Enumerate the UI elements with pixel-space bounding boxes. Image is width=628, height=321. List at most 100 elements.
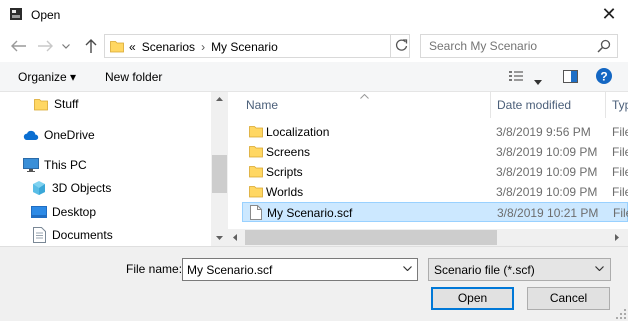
chevron-down-icon: [62, 43, 70, 49]
file-type-value: Scenario file (*.scf): [434, 263, 535, 277]
nav-item-3d-objects[interactable]: 3D Objects: [31, 178, 111, 198]
file-type: File: [612, 125, 628, 139]
details-view-icon: [509, 71, 523, 81]
preview-pane-button[interactable]: [563, 70, 578, 86]
nav-item-desktop[interactable]: Desktop: [31, 202, 96, 222]
open-button[interactable]: Open: [431, 287, 514, 310]
folder-icon: [33, 96, 49, 112]
document-icon: [31, 227, 47, 243]
nav-item-label: OneDrive: [44, 128, 95, 142]
nav-item-label: Documents: [52, 228, 113, 242]
breadcrumb-scenarios[interactable]: Scenarios: [142, 40, 195, 54]
nav-item-this-pc[interactable]: This PC: [23, 155, 87, 175]
file-row[interactable]: Scripts 3/8/2019 10:09 PM File: [242, 162, 628, 182]
forward-button[interactable]: [36, 38, 54, 54]
view-menu-button[interactable]: [534, 74, 542, 88]
column-header-name[interactable]: Name: [246, 92, 278, 118]
up-button[interactable]: [82, 38, 100, 54]
file-name: Scripts: [266, 165, 303, 179]
chevron-down-icon: [595, 266, 604, 271]
search-box[interactable]: [420, 34, 618, 58]
file-name-label: File name:: [126, 262, 183, 276]
file-row[interactable]: My Scenario.scf 3/8/2019 10:21 PM File: [242, 202, 628, 222]
computer-icon: [23, 157, 39, 173]
close-button[interactable]: ✕: [598, 4, 620, 26]
file-row[interactable]: Localization 3/8/2019 9:56 PM File: [242, 122, 628, 142]
view-options-button[interactable]: [509, 70, 523, 85]
scroll-up-icon[interactable]: [216, 97, 223, 101]
new-folder-button[interactable]: New folder: [105, 70, 162, 84]
folder-icon: [110, 41, 124, 53]
file-name-field[interactable]: [182, 258, 418, 281]
cube-icon: [31, 180, 47, 196]
forward-arrow-icon: [38, 40, 53, 52]
nav-item-onedrive[interactable]: OneDrive: [23, 125, 95, 145]
address-bar[interactable]: « Scenarios › My Scenario: [104, 34, 484, 58]
help-button[interactable]: ?: [596, 68, 612, 87]
file-type: File: [613, 206, 628, 220]
back-arrow-icon: [11, 40, 26, 52]
file-type-select[interactable]: Scenario file (*.scf): [428, 258, 611, 281]
navigation-scrollbar[interactable]: [211, 92, 228, 246]
file-list[interactable]: Name Date modified Typ Localization 3/8/2…: [228, 92, 628, 246]
back-button[interactable]: [10, 38, 28, 54]
file-row[interactable]: Worlds 3/8/2019 10:09 PM File: [242, 182, 628, 202]
navigation-pane[interactable]: Stuff OneDrive This PC 3D Objects Deskto…: [0, 92, 228, 246]
breadcrumb-separator[interactable]: ›: [201, 40, 205, 54]
address-overflow[interactable]: «: [129, 40, 136, 54]
cloud-icon: [23, 127, 39, 143]
file-name-input[interactable]: [183, 259, 395, 280]
file-row[interactable]: Screens 3/8/2019 10:09 PM File: [242, 142, 628, 162]
folder-icon: [249, 184, 263, 201]
nav-item-stuff[interactable]: Stuff: [33, 94, 78, 114]
sort-ascending-icon: [360, 94, 369, 99]
file-date-modified: 3/8/2019 10:09 PM: [496, 185, 598, 199]
file-name: My Scenario.scf: [267, 206, 353, 220]
scrollbar-thumb[interactable]: [245, 230, 497, 245]
folder-icon: [249, 164, 263, 181]
nav-item-label: This PC: [44, 158, 87, 172]
search-input[interactable]: [421, 35, 591, 57]
file-name: Localization: [266, 125, 330, 139]
organize-button[interactable]: Organize ▾: [18, 70, 76, 84]
nav-item-label: Stuff: [54, 97, 79, 111]
refresh-icon: [395, 39, 408, 51]
help-icon: ?: [596, 68, 612, 84]
dialog-footer: File name: Scenario file (*.scf) Open Ca…: [0, 246, 628, 321]
file-date-modified: 3/8/2019 10:09 PM: [496, 145, 598, 159]
chevron-down-icon[interactable]: [403, 266, 412, 271]
resize-grip-icon[interactable]: [616, 309, 626, 319]
file-date-modified: 3/8/2019 10:21 PM: [497, 206, 599, 220]
scroll-right-icon[interactable]: [615, 234, 619, 241]
column-header-type[interactable]: Typ: [612, 92, 628, 118]
file-type: File: [612, 165, 628, 179]
file-date-modified: 3/8/2019 10:09 PM: [496, 165, 598, 179]
file-type: File: [612, 185, 628, 199]
preview-pane-icon: [563, 70, 578, 83]
up-arrow-icon: [85, 38, 97, 53]
folder-icon: [249, 124, 263, 141]
desktop-icon: [31, 204, 47, 220]
file-list-scrollbar[interactable]: [228, 229, 628, 246]
file-type: File: [612, 145, 628, 159]
file-icon: [250, 205, 262, 223]
scroll-left-icon[interactable]: [233, 234, 237, 241]
search-icon[interactable]: [597, 39, 611, 53]
cancel-button[interactable]: Cancel: [527, 287, 610, 310]
title-bar: Open ✕: [0, 0, 628, 30]
folder-icon: [249, 144, 263, 161]
nav-item-documents[interactable]: Documents: [31, 225, 113, 245]
scroll-down-icon[interactable]: [216, 236, 223, 240]
file-date-modified: 3/8/2019 9:56 PM: [496, 125, 591, 139]
scrollbar-thumb[interactable]: [212, 155, 227, 193]
command-toolbar: Organize ▾ New folder ?: [0, 62, 628, 92]
refresh-button[interactable]: [390, 34, 410, 58]
caret-down-icon: [534, 80, 542, 85]
nav-item-label: Desktop: [52, 205, 97, 219]
recent-locations-button[interactable]: [60, 38, 72, 54]
breadcrumb-my-scenario[interactable]: My Scenario: [211, 40, 278, 54]
window-title: Open: [31, 8, 61, 22]
column-divider[interactable]: [490, 92, 491, 118]
column-divider[interactable]: [605, 92, 606, 118]
column-header-date-modified[interactable]: Date modified: [497, 92, 571, 118]
